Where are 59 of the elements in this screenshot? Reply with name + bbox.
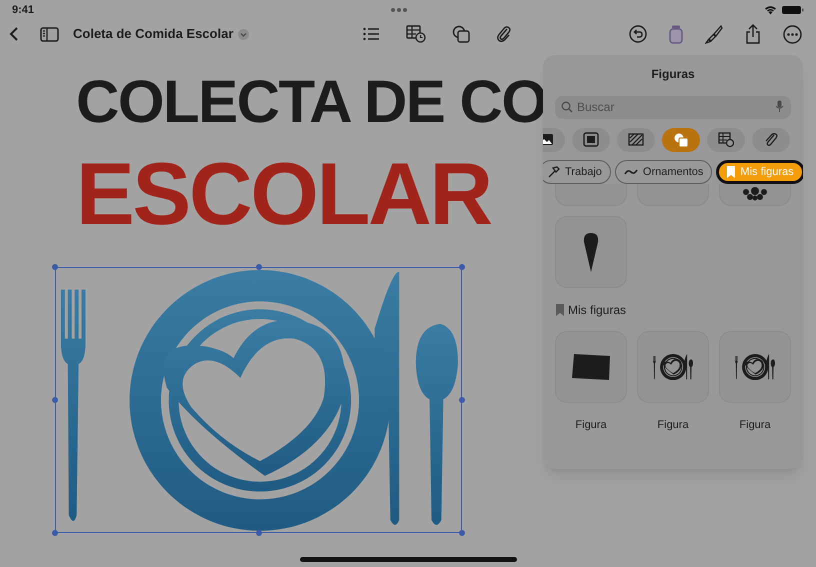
filter-chip[interactable]: Trabajo (543, 160, 611, 184)
hammer-icon (548, 166, 560, 178)
shape-label: Figura (575, 418, 607, 433)
table-clock-icon[interactable] (406, 25, 426, 43)
shape-label: Figura (739, 418, 771, 433)
back-chevron-icon[interactable] (8, 26, 20, 42)
category-tab[interactable] (572, 128, 610, 152)
category-tab[interactable] (617, 128, 655, 152)
heading-text: ESCOLAR (76, 148, 491, 240)
resize-handle[interactable] (256, 264, 262, 270)
place-setting-drawing (735, 354, 775, 380)
undo-icon[interactable] (629, 25, 647, 43)
microphone-icon[interactable] (775, 100, 784, 113)
paintbrush-icon[interactable] (705, 24, 723, 44)
swirl-icon (624, 168, 638, 176)
teardrop-icon (583, 232, 599, 272)
resize-handle[interactable] (52, 530, 58, 536)
shape-tile[interactable] (637, 331, 709, 403)
panel-title: Figuras (651, 66, 695, 83)
shape-tile[interactable] (555, 331, 627, 403)
place-setting-drawing (653, 354, 693, 380)
more-dots-icon[interactable] (391, 8, 408, 12)
chevron-down-icon (238, 28, 250, 40)
shapes-icon (673, 132, 689, 148)
section-title: Mis figuras (568, 302, 626, 319)
resize-handle[interactable] (459, 530, 465, 536)
bookmark-icon (556, 304, 564, 316)
sidebar-icon[interactable] (40, 26, 59, 42)
search-icon (561, 101, 573, 113)
heading-text: COLECTA DE CO (76, 70, 546, 134)
shape-label: Figura (657, 418, 689, 433)
more-icon[interactable] (783, 24, 802, 44)
texture-icon (628, 132, 644, 148)
resize-handle[interactable] (459, 264, 465, 270)
table-clock-icon (718, 132, 734, 148)
shape-tile[interactable] (555, 184, 627, 206)
paperclip-icon[interactable] (496, 25, 512, 43)
resize-handle[interactable] (52, 264, 58, 270)
bookmark-icon (727, 166, 736, 178)
document-title-button[interactable]: Coleta de Comida Escolar (73, 24, 250, 44)
shape-tile[interactable] (719, 184, 791, 206)
wifi-icon (764, 5, 777, 15)
splat-icon (740, 187, 770, 201)
paperclip-icon (763, 132, 779, 148)
gallery-icon (583, 132, 599, 148)
category-tab[interactable] (707, 128, 745, 152)
resize-handle[interactable] (459, 397, 465, 403)
list-icon[interactable] (363, 27, 380, 41)
battery-icon (782, 5, 804, 15)
status-time: 9:41 (12, 2, 34, 18)
resize-handle[interactable] (52, 397, 58, 403)
shape-tile[interactable] (637, 184, 709, 206)
shape-tile[interactable] (719, 331, 791, 403)
category-tab[interactable] (752, 128, 790, 152)
search-field[interactable]: Buscar (555, 96, 791, 118)
filter-chip[interactable]: Ornamentos (614, 160, 712, 184)
share-icon[interactable] (745, 24, 761, 44)
shape-tile[interactable] (555, 216, 627, 288)
shapes-icon[interactable] (452, 25, 470, 43)
